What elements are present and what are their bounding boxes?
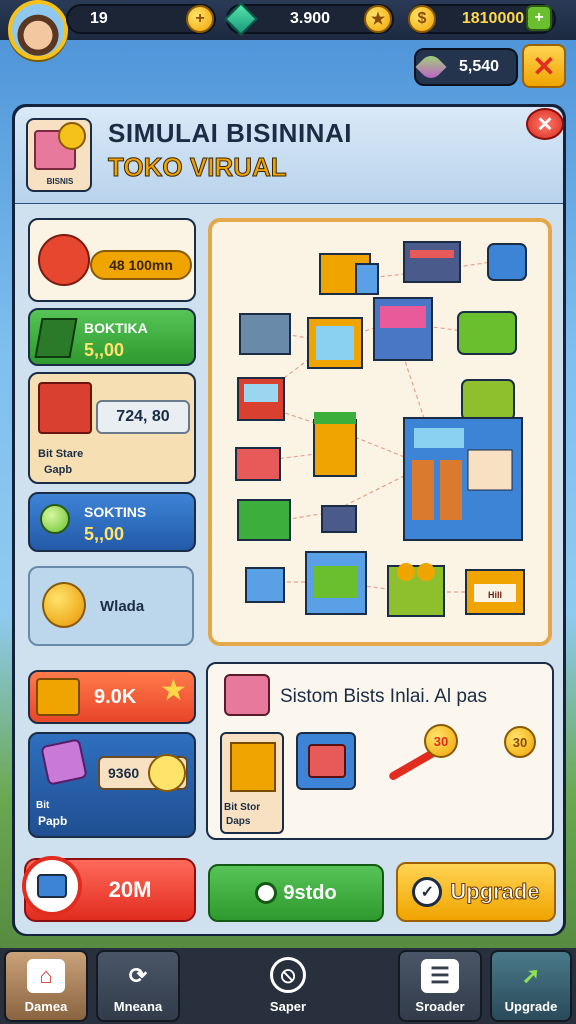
close-icon: ✕ <box>532 50 556 82</box>
scanner-icon <box>321 505 357 533</box>
inventory-value: 724, 80 <box>96 400 190 434</box>
inventory-caption-1: Bit Stare <box>38 448 84 460</box>
shelf-icon <box>403 241 461 283</box>
product-value: 5,,00 <box>84 340 125 360</box>
green-action-label: 9stdo <box>283 881 337 904</box>
check-badge-icon: ✓ <box>412 877 443 907</box>
display-case-icon <box>373 297 433 361</box>
nav-second[interactable]: ⟳ Mneana <box>96 950 180 1022</box>
level-value: 19 <box>90 10 108 27</box>
orders-caption-1: Bit <box>36 800 50 811</box>
store-item-caption-1: Bit Stor <box>224 802 261 813</box>
cart-icon <box>308 744 346 778</box>
store-item-card[interactable]: Bit Stor Daps <box>220 732 284 834</box>
token-1: 30 <box>424 724 458 758</box>
stock-value: 5,,00 <box>84 524 125 544</box>
lightbulb-icon <box>40 504 70 534</box>
nav-upgrade-label: Upgrade <box>504 999 558 1014</box>
orders-card[interactable]: 9360 Bit Papb <box>28 732 196 838</box>
sales-card[interactable]: 9.0K ★ <box>28 670 196 724</box>
warehouse-icon <box>403 417 523 541</box>
checkout-counter-icon <box>237 499 291 541</box>
panel-subtitle: TOKO VIRUAL <box>108 152 288 183</box>
product-card[interactable]: BOKTIKA 5,,00 <box>28 308 196 366</box>
product-label: BOKTIKA <box>84 320 148 336</box>
close-top-button[interactable]: ✕ <box>522 44 566 88</box>
nav-fourth[interactable]: ☰ Sroader <box>398 950 482 1022</box>
stock-card[interactable]: SOKTINS 5,,00 <box>28 492 196 552</box>
inventory-card[interactable]: 724, 80 Bit Stare Gapb <box>28 372 196 484</box>
orders-caption-2: Papb <box>38 814 68 828</box>
gift-box-label: Hill <box>488 590 502 600</box>
revenue-card[interactable]: 48 100mn <box>28 218 196 302</box>
basket-icon <box>36 678 80 716</box>
cart-icon <box>235 447 281 481</box>
check-icon <box>255 882 278 904</box>
nav-fourth-label: Sroader <box>415 999 465 1014</box>
nav-third-label: Saper <box>269 999 307 1014</box>
nav-home-label: Damea <box>24 999 68 1014</box>
gems-value: 3.900 <box>289 10 331 27</box>
upgrade-label: Upgrade <box>450 879 540 905</box>
inventory-caption-2: Gapb <box>44 464 73 476</box>
nav-upgrade[interactable]: ➚ Upgrade <box>490 950 572 1022</box>
star-icon: ★ <box>160 674 187 707</box>
box-icon <box>38 382 92 434</box>
rack-icon <box>239 313 291 355</box>
token-2: 30 <box>504 726 536 758</box>
nav-home[interactable]: ⌂ Damea <box>4 950 88 1022</box>
rocket-icon: ➚ <box>521 963 541 988</box>
add-level-icon[interactable]: + <box>186 5 214 33</box>
coins-value: 1810000 <box>461 10 525 27</box>
produce-crate-icon <box>387 563 445 617</box>
fridge-icon <box>307 317 363 369</box>
truck-icon <box>319 253 379 295</box>
sales-value: 9.0K <box>94 686 137 708</box>
no-entry-icon: ⦸ <box>270 957 306 993</box>
safe-icon <box>245 567 285 603</box>
document-icon: ☰ <box>421 959 459 993</box>
store-icon-caption: BISNIS <box>46 177 74 186</box>
clock-icon <box>148 754 186 792</box>
revenue-value: 48 100mn <box>90 250 192 280</box>
gift-icon <box>40 738 88 786</box>
refresh-icon: ⟳ <box>128 963 148 988</box>
stock-label: SOKTINS <box>84 504 147 520</box>
player-avatar[interactable] <box>8 0 68 60</box>
cart-item-card[interactable] <box>296 732 356 790</box>
network-graph: Hill <box>235 241 527 617</box>
add-coins-icon[interactable]: + <box>526 5 552 31</box>
small-van-icon <box>461 379 515 421</box>
delivery-van-icon <box>457 311 517 355</box>
camera-icon <box>22 856 82 916</box>
product-icon <box>34 318 78 358</box>
wallet-card[interactable]: Wlada <box>28 566 194 646</box>
moneybag-icon <box>42 582 86 628</box>
coin-icon: $ <box>408 5 436 33</box>
upgrade-button[interactable]: ✓ Upgrade <box>396 862 556 922</box>
panel-title: SIMULAI BISININAI <box>108 118 352 148</box>
star-icon[interactable]: ★ <box>364 5 392 33</box>
wallet-label: Wlada <box>100 598 145 615</box>
green-action-button[interactable]: 9stdo <box>208 864 384 922</box>
kiosk-icon <box>313 412 357 477</box>
store-icon: BISNIS <box>26 118 92 192</box>
close-panel-button[interactable]: ✕ <box>526 108 564 140</box>
nav-third[interactable]: ⦸ Saper <box>246 950 330 1022</box>
van-icon <box>487 243 527 281</box>
home-icon: ⌂ <box>27 959 65 993</box>
nav-second-label: Mneana <box>113 999 163 1014</box>
freezer-icon <box>305 551 367 615</box>
store-item-caption-2: Daps <box>226 816 251 827</box>
close-icon: ✕ <box>536 113 554 136</box>
register-icon <box>237 377 285 421</box>
store-network-map[interactable]: Hill <box>208 218 552 646</box>
shop-bag-icon <box>224 674 270 716</box>
system-title: Sistom Bists Inlai. Al pas <box>280 686 487 707</box>
